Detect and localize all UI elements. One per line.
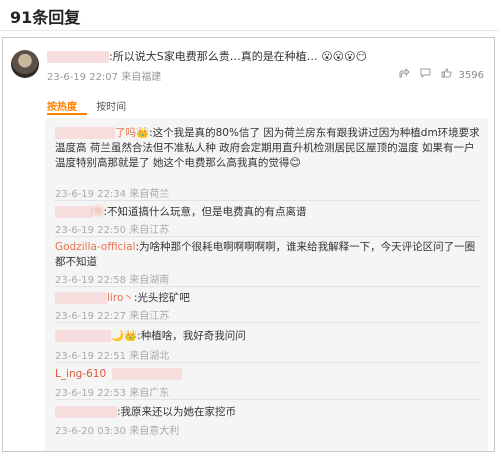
moon-icon: 🌙 (111, 330, 125, 342)
list-item: L_ing-610 (55, 367, 480, 382)
reply-text: :不知道搞什么玩意，但是电费真的有点离谱 (103, 206, 307, 218)
divider (55, 399, 480, 400)
divider (55, 200, 480, 201)
sort-tabs: 按热度 按时间 (47, 98, 126, 113)
redacted-username (55, 406, 117, 418)
redacted-username (47, 51, 109, 63)
redacted-text (112, 368, 183, 380)
comment-actions: 3596 (392, 67, 484, 81)
main-comment-meta: 23-6-19 22:07 来自福建 (47, 72, 162, 83)
reply-username[interactable]: 作 (93, 206, 104, 218)
reply-meta: 23-6-19 22:27 来自江苏 (55, 311, 170, 322)
header-divider (0, 30, 499, 31)
reply-meta: 23-6-19 22:53 来自广东 (55, 388, 170, 399)
list-item: Godzilla-official:为啥种那个很耗电啊啊啊啊啊，谁来给我解释一下… (55, 240, 480, 270)
reply-text: :种植啥，我好奇我问问 (137, 330, 246, 342)
redacted-username (55, 330, 111, 342)
redacted-username (55, 127, 115, 139)
comment-icon[interactable] (420, 68, 434, 81)
divider (55, 236, 480, 237)
list-item: 作:不知道搞什么玩意，但是电费真的有点离谱 (55, 205, 480, 220)
redacted-username (55, 206, 93, 218)
smile-icon: 😊 (289, 156, 301, 169)
main-comment-text: :所以说大S家电费那么贵…真的是在种植… (109, 50, 318, 63)
reply-meta: 23-6-19 22:34 来自荷兰 (55, 189, 170, 200)
list-item: 🌙👑:种植啥，我好奇我问问 (55, 329, 480, 344)
reply-username[interactable]: liro丶 (107, 292, 134, 304)
reply-meta: 23-6-19 22:51 来自湖北 (55, 351, 170, 362)
list-item: 了吗👑:这个我是真的80%信了 因为荷兰房东有跟我讲过因为种植dm环境要求温度高… (55, 126, 480, 171)
reply-meta: 23-6-19 22:58 来自湖南 (55, 275, 170, 286)
divider (55, 322, 480, 323)
reply-list: 了吗👑:这个我是真的80%信了 因为荷兰房东有跟我讲过因为种植dm环境要求温度高… (45, 118, 488, 451)
emoji-icon: 😮 (332, 50, 345, 63)
reply-username[interactable]: Godzilla-official (55, 241, 136, 253)
share-icon[interactable] (399, 67, 413, 81)
like-icon[interactable] (441, 68, 455, 81)
emoji-icon: 😮 (321, 50, 333, 63)
active-tab-indicator (47, 113, 87, 115)
emoji-icon: 😶 (355, 50, 368, 63)
reply-text: :光头挖矿吧 (133, 292, 190, 304)
crown-icon: 👑 (124, 330, 138, 342)
reply-username[interactable]: 了吗 (115, 127, 136, 139)
like-count: 3596 (458, 70, 484, 81)
main-comment: :所以说大S家电费那么贵…真的是在种植… 😮😮😮😶 (47, 48, 367, 64)
list-item: liro丶:光头挖矿吧 (55, 291, 480, 306)
reply-username[interactable]: L_ing-610 (55, 368, 106, 380)
reply-text: :我原来还以为她在家挖币 (117, 406, 237, 418)
divider (55, 286, 480, 287)
emoji-icon: 😮 (344, 50, 356, 63)
tab-sort-by-hot[interactable]: 按热度 (47, 102, 77, 113)
reply-meta: 23-6-19 22:50 来自江苏 (55, 225, 170, 236)
comment-thread: :所以说大S家电费那么贵…真的是在种植… 😮😮😮😶 23-6-19 22:07 … (2, 37, 495, 452)
crown-icon: 👑 (136, 127, 150, 139)
redacted-username (55, 292, 107, 304)
list-item: :我原来还以为她在家挖币 (55, 405, 480, 420)
tab-sort-by-time[interactable]: 按时间 (96, 102, 126, 113)
reply-meta: 23-6-20 03:30 来自意大利 (55, 426, 180, 437)
divider (55, 362, 480, 363)
avatar[interactable] (11, 50, 39, 78)
page-title: 91条回复 (10, 8, 81, 27)
